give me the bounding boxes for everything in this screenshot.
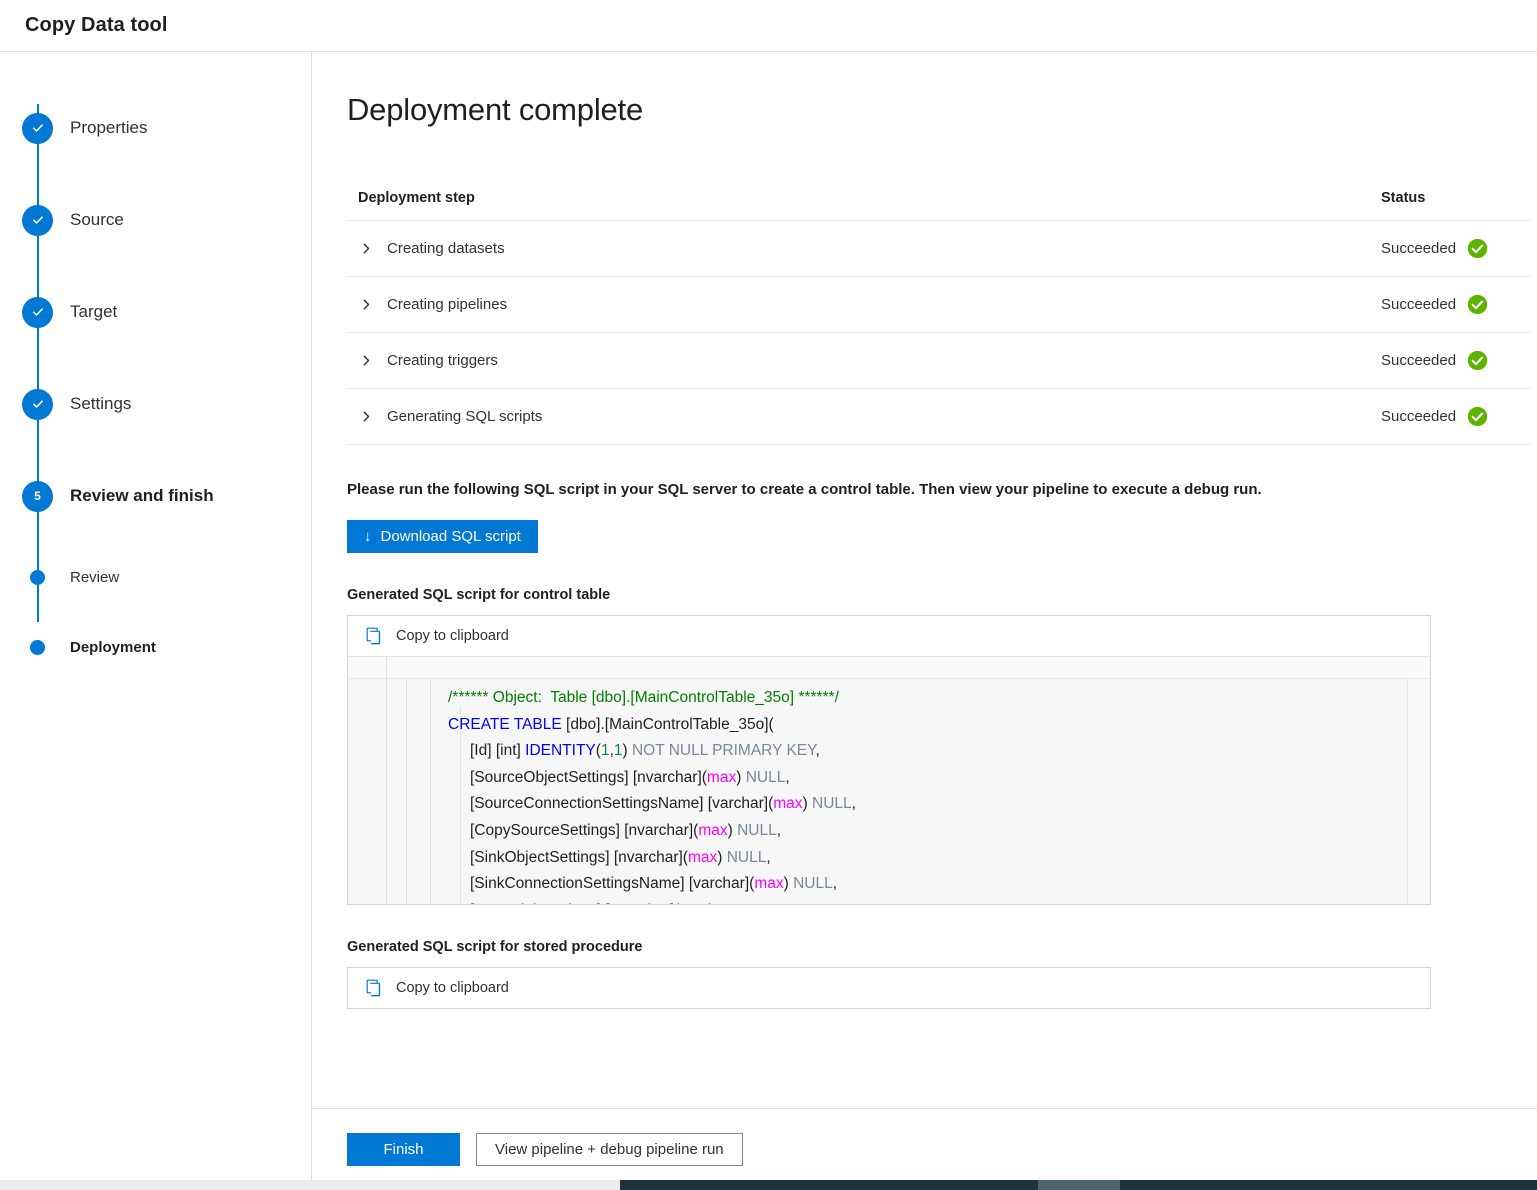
sidebar-step-settings[interactable]: Settings bbox=[0, 358, 311, 450]
chevron-right-icon[interactable] bbox=[358, 243, 374, 254]
stored-procedure-section-label: Generated SQL script for stored procedur… bbox=[347, 939, 1531, 955]
deployment-step-name: Creating triggers bbox=[387, 352, 1381, 369]
deployment-step-name: Creating pipelines bbox=[387, 296, 1381, 313]
sidebar-step-label: Review and finish bbox=[70, 486, 214, 506]
success-check-icon bbox=[1467, 294, 1488, 315]
step-check-icon bbox=[22, 297, 53, 328]
column-header-status: Status bbox=[1381, 190, 1531, 206]
gutter-rule-3 bbox=[430, 679, 431, 904]
sidebar-step-label: Target bbox=[70, 302, 117, 322]
table-row[interactable]: Creating triggersSucceeded bbox=[347, 333, 1531, 389]
status-cell: Succeeded bbox=[1381, 238, 1531, 259]
sql-code-line: /****** Object: Table [dbo].[MainControl… bbox=[448, 685, 1406, 712]
step-check-icon bbox=[22, 205, 53, 236]
sql-code-content: /****** Object: Table [dbo].[MainControl… bbox=[448, 685, 1406, 904]
wizard-step-list: Properties Source Target Settings 5 Review an… bbox=[0, 82, 311, 682]
sidebar-step-properties[interactable]: Properties bbox=[0, 82, 311, 174]
download-arrow-icon: ↓ bbox=[364, 529, 372, 544]
chevron-right-icon[interactable] bbox=[358, 355, 374, 366]
sidebar-step-review[interactable]: Review bbox=[0, 542, 311, 612]
sql-code-line: [CopySourceSettings] [nvarchar](max) NUL… bbox=[448, 818, 1406, 845]
step-dot-icon bbox=[30, 640, 45, 655]
download-sql-script-button[interactable]: ↓ Download SQL script bbox=[347, 520, 538, 553]
sql-code-line: [SourceConnectionSettingsName] [varchar]… bbox=[448, 791, 1406, 818]
table-row[interactable]: Generating SQL scriptsSucceeded bbox=[347, 389, 1531, 445]
step-dot-icon bbox=[30, 570, 45, 585]
wizard-footer: Finish View pipeline + debug pipeline ru… bbox=[312, 1108, 1537, 1190]
instructions-text: Please run the following SQL script in y… bbox=[347, 481, 1531, 498]
success-check-icon bbox=[1467, 350, 1488, 371]
view-pipeline-debug-run-button[interactable]: View pipeline + debug pipeline run bbox=[476, 1133, 743, 1166]
window-header: Copy Data tool bbox=[0, 0, 1537, 52]
editor-top-strip bbox=[348, 657, 1430, 679]
column-header-deployment-step: Deployment step bbox=[358, 190, 1381, 206]
deployment-steps-table: Deployment step Status Creating datasets… bbox=[347, 190, 1531, 445]
sql-code-line: [SourceObjectSettings] [nvarchar](max) N… bbox=[448, 765, 1406, 792]
table-header-row: Deployment step Status bbox=[347, 190, 1531, 221]
wizard-sidebar: Properties Source Target Settings 5 Review an… bbox=[0, 52, 312, 1190]
sql-code-line: CREATE TABLE [dbo].[MainControlTable_35o… bbox=[448, 712, 1406, 739]
sidebar-step-label: Deployment bbox=[70, 639, 156, 656]
status-badge: Succeeded bbox=[1381, 240, 1456, 257]
copy-to-clipboard-icon bbox=[366, 627, 384, 645]
gutter-rule-2 bbox=[406, 679, 407, 904]
sidebar-step-label: Source bbox=[70, 210, 124, 230]
main-panel: Deployment complete Deployment step Stat… bbox=[312, 52, 1537, 1190]
gutter-rule-1 bbox=[386, 679, 387, 904]
window-title: Copy Data tool bbox=[25, 14, 168, 37]
artifact-dark-segment bbox=[620, 1180, 1038, 1190]
table-body: Creating datasetsSucceededCreating pipel… bbox=[347, 221, 1531, 445]
sql-code-line: [CopySinkSettings] [nvarchar](max) NULL, bbox=[448, 898, 1406, 904]
sidebar-step-label: Settings bbox=[70, 394, 131, 414]
editor-vertical-scrollbar[interactable] bbox=[1408, 679, 1430, 904]
copy-to-clipboard-stored-procedure-button[interactable]: Copy to clipboard bbox=[348, 968, 1430, 1008]
copy-to-clipboard-control-table-button[interactable]: Copy to clipboard bbox=[348, 616, 1430, 656]
finish-button[interactable]: Finish bbox=[347, 1133, 460, 1166]
sidebar-step-deployment[interactable]: Deployment bbox=[0, 612, 311, 682]
artifact-dark-segment-2 bbox=[1120, 1180, 1537, 1190]
sidebar-step-target[interactable]: Target bbox=[0, 266, 311, 358]
sidebar-step-label: Review bbox=[70, 569, 119, 586]
copy-to-clipboard-icon bbox=[366, 979, 384, 997]
step-check-icon bbox=[22, 113, 53, 144]
main-content: Deployment complete Deployment step Stat… bbox=[312, 52, 1537, 1108]
sql-code-line: [Id] [int] IDENTITY(1,1) NOT NULL PRIMAR… bbox=[448, 738, 1406, 765]
status-badge: Succeeded bbox=[1381, 296, 1456, 313]
status-badge: Succeeded bbox=[1381, 352, 1456, 369]
deployment-step-name: Generating SQL scripts bbox=[387, 408, 1381, 425]
copy-to-clipboard-control-table-label: Copy to clipboard bbox=[396, 628, 509, 644]
step-number-badge: 5 bbox=[22, 481, 53, 512]
success-check-icon bbox=[1467, 406, 1488, 427]
control-table-code-editor: Copy to clipboard /****** Object: Table … bbox=[347, 615, 1431, 905]
artifact-mid-segment bbox=[1038, 1180, 1120, 1190]
success-check-icon bbox=[1467, 238, 1488, 259]
status-cell: Succeeded bbox=[1381, 406, 1531, 427]
page-title: Deployment complete bbox=[347, 92, 1531, 128]
sidebar-step-source[interactable]: Source bbox=[0, 174, 311, 266]
artifact-light-segment bbox=[0, 1180, 620, 1190]
status-cell: Succeeded bbox=[1381, 350, 1531, 371]
screen-edge-artifact bbox=[0, 1180, 1537, 1190]
sql-code-line: [SinkConnectionSettingsName] [varchar](m… bbox=[448, 871, 1406, 898]
sql-code-line: [SinkObjectSettings] [nvarchar](max) NUL… bbox=[448, 845, 1406, 872]
table-row[interactable]: Creating datasetsSucceeded bbox=[347, 221, 1531, 277]
page-body: Properties Source Target Settings 5 Review an… bbox=[0, 52, 1537, 1190]
status-cell: Succeeded bbox=[1381, 294, 1531, 315]
chevron-right-icon[interactable] bbox=[358, 299, 374, 310]
control-table-code-area[interactable]: /****** Object: Table [dbo].[MainControl… bbox=[348, 656, 1430, 904]
control-table-section-label: Generated SQL script for control table bbox=[347, 587, 1531, 603]
step-check-icon bbox=[22, 389, 53, 420]
deployment-step-name: Creating datasets bbox=[387, 240, 1381, 257]
stored-procedure-code-editor: Copy to clipboard bbox=[347, 967, 1431, 1009]
sidebar-step-label: Properties bbox=[70, 118, 147, 138]
status-badge: Succeeded bbox=[1381, 408, 1456, 425]
download-sql-script-label: Download SQL script bbox=[381, 528, 521, 545]
table-row[interactable]: Creating pipelinesSucceeded bbox=[347, 277, 1531, 333]
chevron-right-icon[interactable] bbox=[358, 411, 374, 422]
sidebar-step-review-and-finish[interactable]: 5 Review and finish bbox=[0, 450, 311, 542]
copy-to-clipboard-stored-procedure-label: Copy to clipboard bbox=[396, 980, 509, 996]
